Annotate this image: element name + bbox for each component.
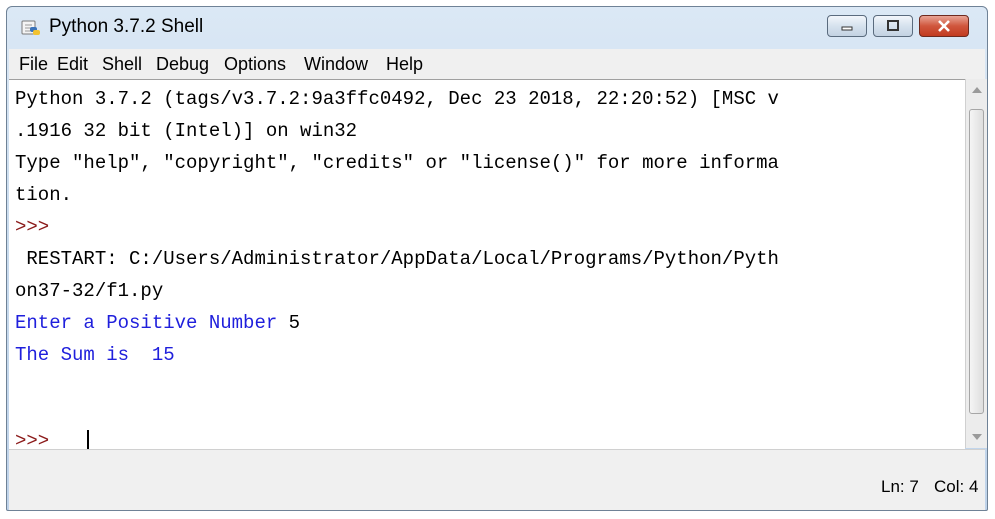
- shell-line-restart-2: on37-32/f1.py: [15, 280, 164, 302]
- input-prompt-text: Enter a Positive Number: [15, 312, 289, 334]
- menu-window[interactable]: Window: [304, 52, 368, 76]
- minimize-icon: [841, 26, 853, 31]
- status-column-number: Col: 4: [934, 477, 979, 496]
- shell-prompt: >>>: [15, 216, 61, 238]
- menu-options[interactable]: Options: [224, 52, 286, 76]
- menu-file[interactable]: File: [19, 52, 48, 76]
- vertical-scrollbar[interactable]: [965, 79, 987, 448]
- maximize-button[interactable]: [873, 15, 913, 37]
- close-icon: [938, 20, 950, 32]
- shell-line-banner-4: tion.: [15, 184, 73, 206]
- shell-line-restart-1: RESTART: C:/Users/Administrator/AppData/…: [15, 248, 779, 270]
- status-bar: Ln: 7 Col: 4: [9, 449, 985, 510]
- scrollbar-thumb[interactable]: [969, 109, 984, 414]
- shell-line-input: Enter a Positive Number 5: [15, 307, 300, 339]
- title-bar[interactable]: Python 3.7.2 Shell: [7, 7, 987, 47]
- shell-text-area[interactable]: Python 3.7.2 (tags/v3.7.2:9a3ffc0492, De…: [9, 79, 965, 456]
- scroll-up-button[interactable]: [966, 79, 987, 101]
- menu-shell[interactable]: Shell: [102, 52, 142, 76]
- shell-line-banner-3: Type "help", "copyright", "credits" or "…: [15, 152, 779, 174]
- python-shell-window: Python 3.7.2 Shell File Edit Shell Debug…: [6, 6, 988, 511]
- menu-help[interactable]: Help: [386, 52, 423, 76]
- user-input-value: 5: [288, 312, 301, 334]
- scroll-down-arrow-icon: [972, 434, 982, 440]
- shell-line-output: The Sum is 15: [15, 344, 175, 366]
- menu-debug[interactable]: Debug: [156, 52, 209, 76]
- scroll-down-button[interactable]: [966, 426, 987, 448]
- python-app-icon: [21, 20, 40, 35]
- shell-line-banner-2: .1916 32 bit (Intel)] on win32: [15, 120, 358, 142]
- menu-edit[interactable]: Edit: [57, 52, 88, 76]
- shell-line-banner-1: Python 3.7.2 (tags/v3.7.2:9a3ffc0492, De…: [15, 88, 779, 110]
- status-line-number: Ln: 7: [881, 477, 919, 496]
- close-button[interactable]: [919, 15, 969, 37]
- scroll-up-arrow-icon: [972, 87, 982, 93]
- menu-bar: File Edit Shell Debug Options Window Hel…: [9, 49, 985, 80]
- window-title: Python 3.7.2 Shell: [49, 16, 204, 37]
- maximize-icon: [887, 20, 899, 31]
- minimize-button[interactable]: [827, 15, 867, 37]
